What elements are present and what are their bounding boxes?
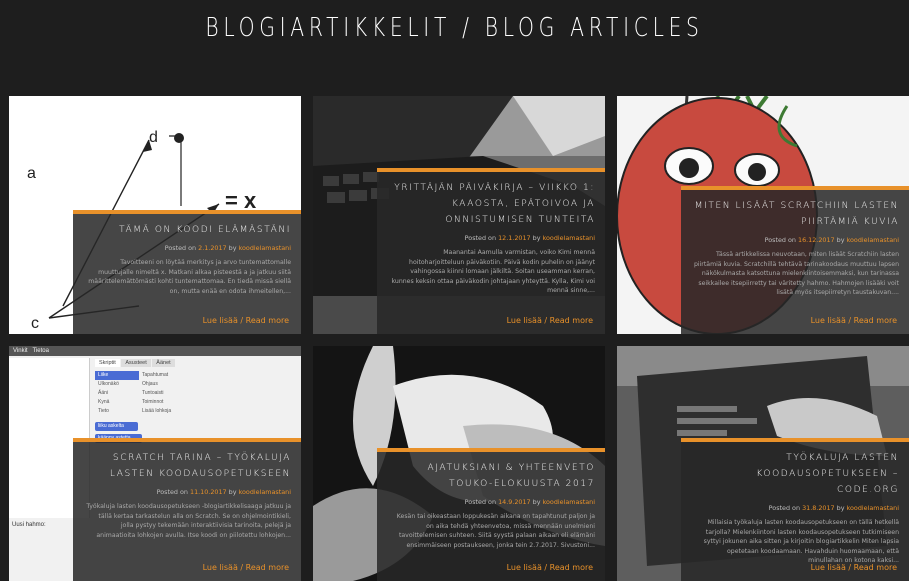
scratch-tabs: Skriptit Asusteet Äänet xyxy=(95,359,175,367)
scratch-category: Ohjaus xyxy=(142,381,158,387)
post-excerpt: Millaisia työkaluja lasten koodausopetuk… xyxy=(703,519,899,565)
post-date[interactable]: 16.12.2017 xyxy=(798,236,835,244)
post-excerpt: Kesän tai oikeastaan loppukesän aikana o… xyxy=(396,513,595,549)
post-meta: Posted on 11.10.2017 by koodielamastani xyxy=(85,488,291,497)
scratch-tab: Asusteet xyxy=(121,359,151,367)
scratch-category: Liike xyxy=(95,371,139,380)
by-label: by xyxy=(836,504,845,512)
page-title: BLOGIARTIKKELIT / BLOG ARTICLES xyxy=(205,13,704,43)
post-meta: Posted on 12.1.2017 by koodielamastani xyxy=(389,234,595,243)
post-author[interactable]: koodielamastani xyxy=(847,504,899,512)
scratch-block: liiku askelta xyxy=(95,422,138,431)
scratch-new-sprite-label: Uusi hahmo: xyxy=(12,522,46,528)
post-title[interactable]: Työkaluja lasten koodausopetukseen – Cod… xyxy=(693,450,899,498)
post-title[interactable]: Yrittäjän päiväkirja – Viikko 1: Kaaosta… xyxy=(389,180,595,228)
posted-on-label: Posted on xyxy=(156,488,188,496)
post-card[interactable]: Työkaluja lasten koodausopetukseen – Cod… xyxy=(617,346,909,581)
post-meta: Posted on 14.9.2017 by koodielamastani xyxy=(389,498,595,507)
posted-on-label: Posted on xyxy=(768,504,801,512)
posted-on-label: Posted on xyxy=(464,498,497,506)
scratch-category: Tuntoaisti xyxy=(142,390,164,396)
post-overlay: Scratch tarina – työkaluja lasten koodau… xyxy=(73,438,301,581)
scratch-menu-item: Vinkit xyxy=(13,348,28,354)
scratch-tab: Äänet xyxy=(152,359,175,367)
post-card[interactable]: Vinkit Tietoa Skriptit Asusteet Äänet Li… xyxy=(9,346,301,581)
post-excerpt: Tässä artikkelissa neuvotaan, miten lisä… xyxy=(693,251,899,297)
post-excerpt: Työkaluja lasten koodausopetukseen -blog… xyxy=(86,503,291,539)
post-date[interactable]: 31.8.2017 xyxy=(802,504,835,512)
post-card[interactable]: a d c = x Tämä on koodi elämästäni Poste… xyxy=(9,96,301,334)
read-more-link[interactable]: Lue lisää / Read more xyxy=(507,316,593,325)
posted-on-label: Posted on xyxy=(164,244,197,252)
post-date[interactable]: 12.1.2017 xyxy=(498,234,531,242)
post-overlay: Työkaluja lasten koodausopetukseen – Cod… xyxy=(681,438,909,581)
post-overlay: Ajatuksiani & yhteenveto touko-elokuusta… xyxy=(377,448,605,581)
post-title[interactable]: Tämä on koodi elämästäni xyxy=(85,222,291,238)
scratch-category: Ääni xyxy=(98,390,109,396)
post-author[interactable]: koodielamastani xyxy=(543,498,595,506)
post-date[interactable]: 11.10.2017 xyxy=(190,488,227,496)
post-meta: Posted on 2.1.2017 by koodielamastani xyxy=(85,244,291,253)
post-author[interactable]: koodielamastani xyxy=(239,244,291,252)
read-more-link[interactable]: Lue lisää / Read more xyxy=(203,316,289,325)
post-author[interactable]: koodielamastani xyxy=(239,488,291,496)
scratch-category: Tapahtumat xyxy=(142,372,169,378)
svg-text:d: d xyxy=(149,129,158,146)
post-title[interactable]: Ajatuksiani & yhteenveto touko-elokuusta… xyxy=(389,460,595,492)
svg-text:c: c xyxy=(31,315,39,332)
post-author[interactable]: koodielamastani xyxy=(847,236,899,244)
post-author[interactable]: koodielamastani xyxy=(543,234,595,242)
post-title[interactable]: Miten lisäät Scratchiin lasten piirtämiä… xyxy=(693,198,899,230)
scratch-category: Tieto xyxy=(98,408,109,414)
scratch-menubar: Vinkit Tietoa xyxy=(9,346,301,356)
read-more-link[interactable]: Lue lisää / Read more xyxy=(203,563,289,572)
post-date[interactable]: 2.1.2017 xyxy=(198,244,226,252)
scratch-category: Lisää lohkoja xyxy=(142,408,172,414)
post-overlay: Yrittäjän päiväkirja – Viikko 1: Kaaosta… xyxy=(377,168,605,334)
post-date[interactable]: 14.9.2017 xyxy=(498,498,531,506)
scratch-tab: Skriptit xyxy=(95,359,120,367)
post-overlay: Miten lisäät Scratchiin lasten piirtämiä… xyxy=(681,186,909,334)
post-card[interactable]: Ajatuksiani & yhteenveto touko-elokuusta… xyxy=(313,346,605,581)
read-more-link[interactable]: Lue lisää / Read more xyxy=(811,316,897,325)
post-overlay: Tämä on koodi elämästäni Posted on 2.1.2… xyxy=(73,210,301,334)
post-meta: Posted on 16.12.2017 by koodielamastani xyxy=(693,236,899,245)
posted-on-label: Posted on xyxy=(464,234,497,242)
post-title[interactable]: Scratch tarina – työkaluja lasten koodau… xyxy=(85,450,291,482)
svg-text:a: a xyxy=(27,165,36,182)
scratch-category: Ulkonäkö xyxy=(98,381,119,387)
scratch-category: Kynä xyxy=(98,399,110,405)
by-label: by xyxy=(532,234,541,242)
post-excerpt: Maanantai Aamulla varmistan, voiko Kimi … xyxy=(391,249,595,295)
read-more-link[interactable]: Lue lisää / Read more xyxy=(507,563,593,572)
read-more-link[interactable]: Lue lisää / Read more xyxy=(811,563,897,572)
post-card[interactable]: Miten lisäät Scratchiin lasten piirtämiä… xyxy=(617,96,909,334)
post-card[interactable]: Yrittäjän päiväkirja – Viikko 1: Kaaosta… xyxy=(313,96,605,334)
by-label: by xyxy=(836,236,845,244)
post-meta: Posted on 31.8.2017 by koodielamastani xyxy=(693,504,899,513)
posted-on-label: Posted on xyxy=(764,236,796,244)
by-label: by xyxy=(228,488,237,496)
by-label: by xyxy=(228,244,237,252)
by-label: by xyxy=(532,498,541,506)
scratch-categories: Liike Ulkonäkö Ääni Kynä Tieto Tapahtuma… xyxy=(95,371,183,443)
post-excerpt: Tavoitteeni on löytää merkitys ja arvo t… xyxy=(88,259,291,295)
scratch-category: Toiminnot xyxy=(142,399,164,405)
scratch-menu-item: Tietoa xyxy=(32,348,49,354)
